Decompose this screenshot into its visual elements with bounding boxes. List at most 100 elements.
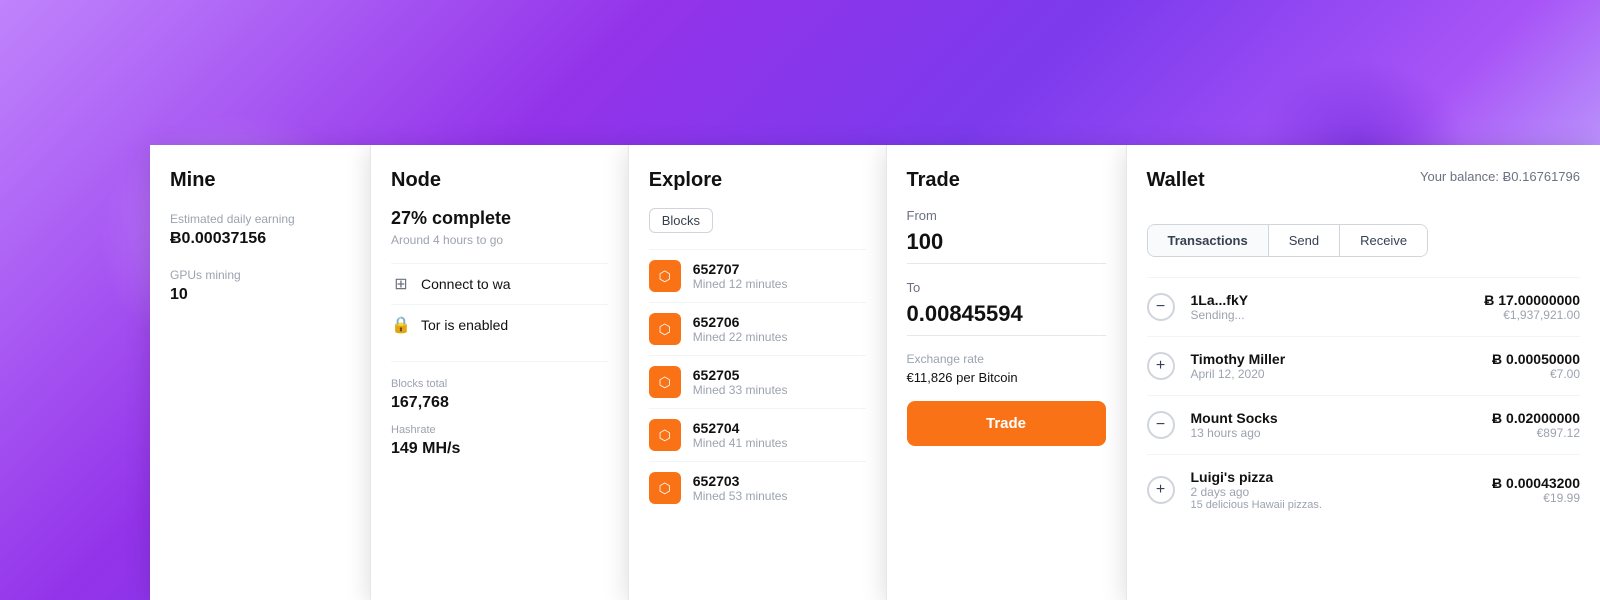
tx-item-3[interactable]: + Luigi's pizza 2 days ago 15 delicious … (1147, 454, 1581, 525)
block-time-4: Mined 53 minutes (693, 489, 788, 503)
trade-from-field: From 100 (907, 208, 1106, 264)
node-progress-label: 27% complete (391, 208, 608, 229)
trade-button[interactable]: Trade (907, 401, 1106, 446)
node-item-1[interactable]: 🔒 Tor is enabled (391, 304, 608, 345)
block-number-2: 652705 (693, 367, 788, 383)
tx-date-0: Sending... (1191, 308, 1469, 322)
tx-eur-3: €19.99 (1492, 491, 1580, 505)
block-icon-2 (649, 366, 681, 398)
block-icon-1 (649, 313, 681, 345)
tx-sign-2: − (1147, 411, 1175, 439)
block-item-1[interactable]: 652706 Mined 22 minutes (649, 302, 866, 355)
tx-name-1: Timothy Miller (1191, 351, 1477, 367)
block-info-3: 652704 Mined 41 minutes (693, 420, 788, 450)
block-info-4: 652703 Mined 53 minutes (693, 473, 788, 503)
blocks-total-value: 167,768 (391, 394, 608, 412)
block-time-2: Mined 33 minutes (693, 383, 788, 397)
wallet-header: Wallet Your balance: Ƀ0.16761796 (1147, 169, 1581, 208)
tx-date-2: 13 hours ago (1191, 426, 1477, 440)
node-title: Node (391, 169, 608, 192)
trade-from-label: From (907, 208, 1106, 223)
grid-icon: ⊞ (391, 274, 411, 294)
tx-name-2: Mount Socks (1191, 410, 1477, 426)
mine-stat-label-1: GPUs mining (170, 268, 350, 282)
explore-panel: Explore Blocks 652707 Mined 12 minutes 6… (628, 145, 886, 600)
tab-receive[interactable]: Receive (1340, 225, 1427, 256)
block-icon-0 (649, 260, 681, 292)
block-time-1: Mined 22 minutes (693, 330, 788, 344)
tx-info-1: Timothy Miller April 12, 2020 (1191, 351, 1477, 381)
tx-amount-0: Ƀ 17.00000000 €1,937,921.00 (1484, 292, 1580, 322)
tx-btc-3: Ƀ 0.00043200 (1492, 475, 1580, 491)
tx-note-3: 15 delicious Hawaii pizzas. (1191, 499, 1477, 511)
trade-panel: Trade From 100 To 0.00845594 Exchange ra… (886, 145, 1126, 600)
block-list: 652707 Mined 12 minutes 652706 Mined 22 … (649, 249, 866, 514)
node-item-label-0: Connect to wa (421, 276, 511, 292)
transaction-list: − 1La...fkY Sending... Ƀ 17.00000000 €1,… (1147, 277, 1581, 525)
node-stats: Blocks total 167,768 Hashrate 149 MH/s (391, 361, 608, 458)
block-number-3: 652704 (693, 420, 788, 436)
block-number-1: 652706 (693, 314, 788, 330)
block-item-4[interactable]: 652703 Mined 53 minutes (649, 461, 866, 514)
hashrate-value: 149 MH/s (391, 440, 608, 458)
lock-icon: 🔒 (391, 315, 411, 335)
trade-to-field: To 0.00845594 (907, 280, 1106, 336)
tx-item-0[interactable]: − 1La...fkY Sending... Ƀ 17.00000000 €1,… (1147, 277, 1581, 336)
explore-title: Explore (649, 169, 866, 192)
blocks-total-label: Blocks total (391, 378, 608, 390)
wallet-panel: Wallet Your balance: Ƀ0.16761796 Transac… (1126, 145, 1600, 600)
block-icon-4 (649, 472, 681, 504)
tab-send[interactable]: Send (1269, 225, 1340, 256)
tx-date-3: 2 days ago (1191, 485, 1477, 499)
wallet-tabs: Transactions Send Receive (1147, 224, 1429, 257)
tx-name-3: Luigi's pizza (1191, 469, 1477, 485)
hashrate-label: Hashrate (391, 424, 608, 436)
node-item-label-1: Tor is enabled (421, 317, 508, 333)
tx-btc-2: Ƀ 0.02000000 (1492, 410, 1580, 426)
tx-eur-1: €7.00 (1492, 367, 1580, 381)
exchange-rate-value: €11,826 per Bitcoin (907, 370, 1106, 385)
block-number-0: 652707 (693, 261, 788, 277)
block-item-0[interactable]: 652707 Mined 12 minutes (649, 249, 866, 302)
block-icon-3 (649, 419, 681, 451)
block-time-3: Mined 41 minutes (693, 436, 788, 450)
tx-amount-3: Ƀ 0.00043200 €19.99 (1492, 475, 1580, 505)
tx-name-0: 1La...fkY (1191, 292, 1469, 308)
mine-stat-label-0: Estimated daily earning (170, 212, 350, 226)
explore-filter[interactable]: Blocks (649, 208, 713, 233)
tx-item-2[interactable]: − Mount Socks 13 hours ago Ƀ 0.02000000 … (1147, 395, 1581, 454)
node-item-0[interactable]: ⊞ Connect to wa (391, 263, 608, 304)
block-time-0: Mined 12 minutes (693, 277, 788, 291)
block-item-3[interactable]: 652704 Mined 41 minutes (649, 408, 866, 461)
wallet-balance-value: Ƀ0.16761796 (1503, 169, 1580, 184)
block-info-1: 652706 Mined 22 minutes (693, 314, 788, 344)
tx-eur-2: €897.12 (1492, 426, 1580, 440)
tx-amount-1: Ƀ 0.00050000 €7.00 (1492, 351, 1580, 381)
tx-btc-0: Ƀ 17.00000000 (1484, 292, 1580, 308)
node-panel: Node 27% complete Around 4 hours to go ⊞… (370, 145, 628, 600)
tx-btc-1: Ƀ 0.00050000 (1492, 351, 1580, 367)
trade-to-value[interactable]: 0.00845594 (907, 301, 1106, 336)
wallet-title: Wallet (1147, 169, 1205, 192)
tx-item-1[interactable]: + Timothy Miller April 12, 2020 Ƀ 0.0005… (1147, 336, 1581, 395)
block-item-2[interactable]: 652705 Mined 33 minutes (649, 355, 866, 408)
trade-from-value[interactable]: 100 (907, 229, 1106, 264)
mine-stat-value-0: Ƀ0.00037156 (170, 230, 350, 248)
exchange-rate-label: Exchange rate (907, 352, 1106, 366)
panel-container: Mine Estimated daily earning Ƀ0.00037156… (150, 145, 1600, 600)
tx-info-2: Mount Socks 13 hours ago (1191, 410, 1477, 440)
tx-info-0: 1La...fkY Sending... (1191, 292, 1469, 322)
tx-amount-2: Ƀ 0.02000000 €897.12 (1492, 410, 1580, 440)
tx-sign-1: + (1147, 352, 1175, 380)
tx-info-3: Luigi's pizza 2 days ago 15 delicious Ha… (1191, 469, 1477, 511)
wallet-balance-label: Your balance: (1420, 169, 1499, 184)
tx-sign-3: + (1147, 476, 1175, 504)
trade-to-label: To (907, 280, 1106, 295)
mine-title: Mine (170, 169, 350, 192)
tx-sign-0: − (1147, 293, 1175, 321)
node-progress-sublabel: Around 4 hours to go (391, 233, 608, 247)
tab-transactions[interactable]: Transactions (1148, 225, 1269, 256)
wallet-balance: Your balance: Ƀ0.16761796 (1420, 169, 1580, 184)
block-number-4: 652703 (693, 473, 788, 489)
mine-stat-value-1: 10 (170, 286, 350, 304)
